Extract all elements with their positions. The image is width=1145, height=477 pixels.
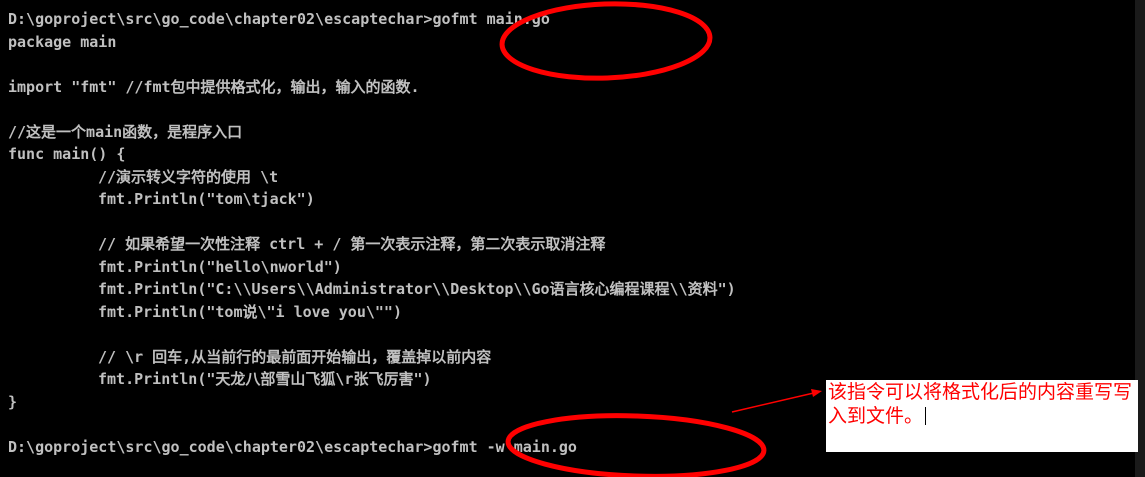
console-window: D:\goproject\src\go_code\chapter02\escap… bbox=[0, 0, 1145, 477]
code-line: // 如果希望一次性注释 ctrl + / 第一次表示注释，第二次表示取消注释 bbox=[98, 235, 606, 253]
prompt-line: D:\goproject\src\go_code\chapter02\escap… bbox=[8, 10, 550, 28]
code-line: //演示转义字符的使用 \t bbox=[98, 167, 279, 186]
code-line: import "fmt" //fmt包中提供格式化，输出，输入的函数. bbox=[8, 77, 420, 96]
text-caret bbox=[925, 407, 927, 425]
code-line: package main bbox=[8, 32, 117, 51]
code-line: fmt.Println("C:\\Users\\Administrator\\D… bbox=[98, 280, 736, 298]
code-line: fmt.Println("hello\nworld") bbox=[98, 257, 342, 276]
annotation-note: 该指令可以将格式化后的内容重写写入到文件。 bbox=[826, 380, 1138, 452]
annotation-text: 该指令可以将格式化后的内容重写写入到文件。 bbox=[828, 381, 1133, 427]
code-line: func main() { bbox=[8, 145, 126, 163]
code-line: fmt.Println("tom\tjack") bbox=[98, 190, 315, 208]
code-line: // \r 回车,从当前行的最前面开始输出，覆盖掉以前内容 bbox=[98, 347, 492, 366]
code-line: fmt.Println("tom说\"i love you\"") bbox=[98, 302, 402, 321]
code-line: //这是一个main函数，是程序入口 bbox=[8, 122, 243, 141]
